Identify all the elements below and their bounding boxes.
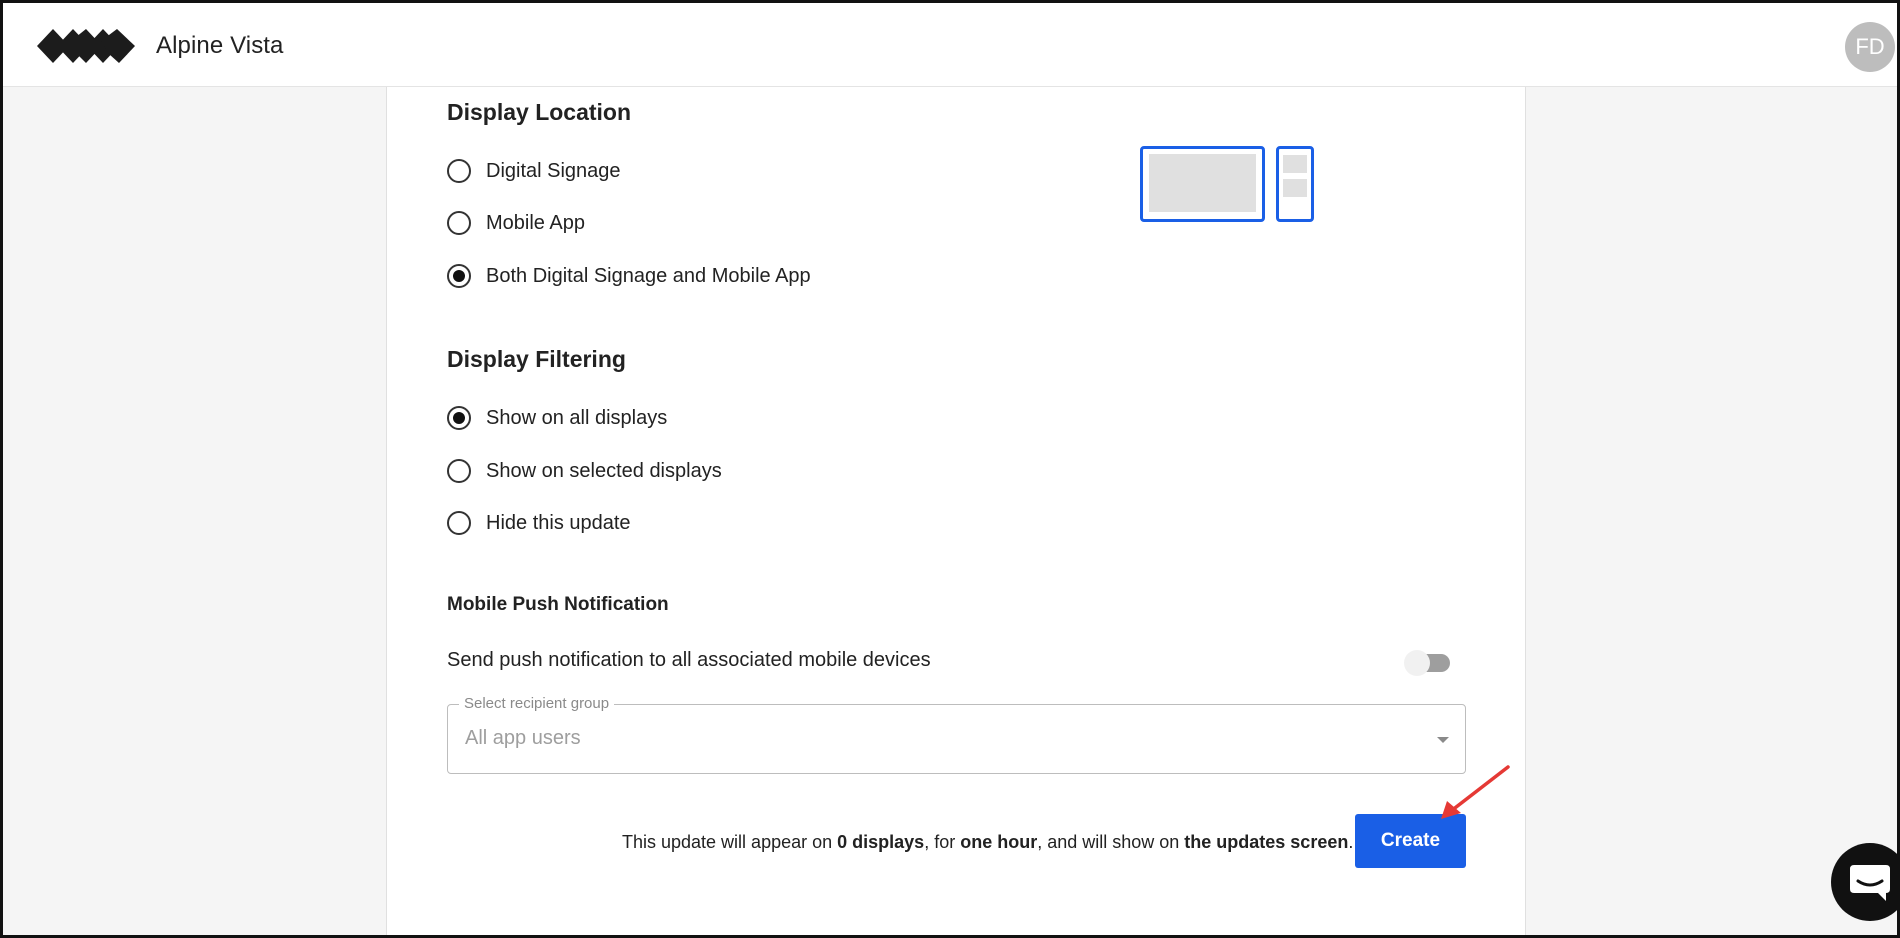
radio-label: Hide this update: [486, 511, 631, 534]
radio-show-selected-displays[interactable]: Show on selected displays: [447, 456, 722, 486]
push-notification-toggle[interactable]: [1404, 650, 1452, 676]
radio-label: Show on selected displays: [486, 459, 722, 482]
display-filtering-title: Display Filtering: [447, 346, 626, 372]
radio-circle[interactable]: [447, 459, 471, 483]
app-title: Alpine Vista: [156, 32, 284, 59]
select-value: All app users: [465, 727, 581, 749]
chat-bubble-icon: [1850, 865, 1890, 901]
update-form-panel: Display Location Digital Signage Mobile …: [386, 87, 1526, 935]
chat-button[interactable]: [1831, 843, 1897, 921]
radio-circle-selected[interactable]: [447, 406, 471, 430]
radio-circle-selected[interactable]: [447, 264, 471, 288]
radio-mobile-app[interactable]: Mobile App: [447, 208, 585, 238]
summary-duration: one hour: [960, 832, 1038, 852]
mobile-phone-illustration: [1276, 146, 1314, 222]
radio-digital-signage[interactable]: Digital Signage: [447, 156, 621, 186]
push-notification-label: Send push notification to all associated…: [447, 649, 931, 671]
alpine-vista-logo[interactable]: [37, 29, 135, 63]
radio-show-all-displays[interactable]: Show on all displays: [447, 403, 667, 433]
radio-circle[interactable]: [447, 159, 471, 183]
radio-circle[interactable]: [447, 511, 471, 535]
user-avatar[interactable]: FD: [1845, 22, 1895, 72]
caret-down-icon[interactable]: [1437, 737, 1449, 743]
update-summary: This update will appear on 0 displays, f…: [622, 832, 1353, 853]
radio-label: Show on all displays: [486, 406, 668, 429]
toggle-thumb[interactable]: [1404, 650, 1430, 676]
summary-mid2: , and will show on: [1037, 832, 1185, 852]
summary-screen: the updates screen: [1184, 832, 1349, 852]
push-notification-title: Mobile Push Notification: [447, 594, 669, 615]
signage-screen-illustration: [1140, 146, 1265, 222]
select-label: Select recipient group: [459, 695, 615, 712]
display-location-title: Display Location: [447, 99, 632, 125]
summary-prefix: This update will appear on: [622, 832, 838, 852]
summary-mid1: , for: [924, 832, 961, 852]
recipient-group-select[interactable]: Select recipient group All app users: [447, 695, 1466, 774]
radio-circle[interactable]: [447, 211, 471, 235]
annotation-arrow-icon: [1441, 765, 1510, 819]
radio-label: Digital Signage: [486, 159, 621, 182]
radio-label: Both Digital Signage and Mobile App: [486, 264, 811, 287]
radio-hide-update[interactable]: Hide this update: [447, 508, 631, 538]
app-window: Alpine Vista FD Display Location Digital…: [0, 0, 1900, 938]
summary-displays: 0 displays: [837, 832, 925, 852]
top-bar: Alpine Vista FD: [3, 3, 1897, 87]
summary-suffix: .: [1348, 832, 1354, 852]
radio-both-signage-and-mobile[interactable]: Both Digital Signage and Mobile App: [447, 261, 811, 291]
radio-label: Mobile App: [486, 211, 585, 234]
